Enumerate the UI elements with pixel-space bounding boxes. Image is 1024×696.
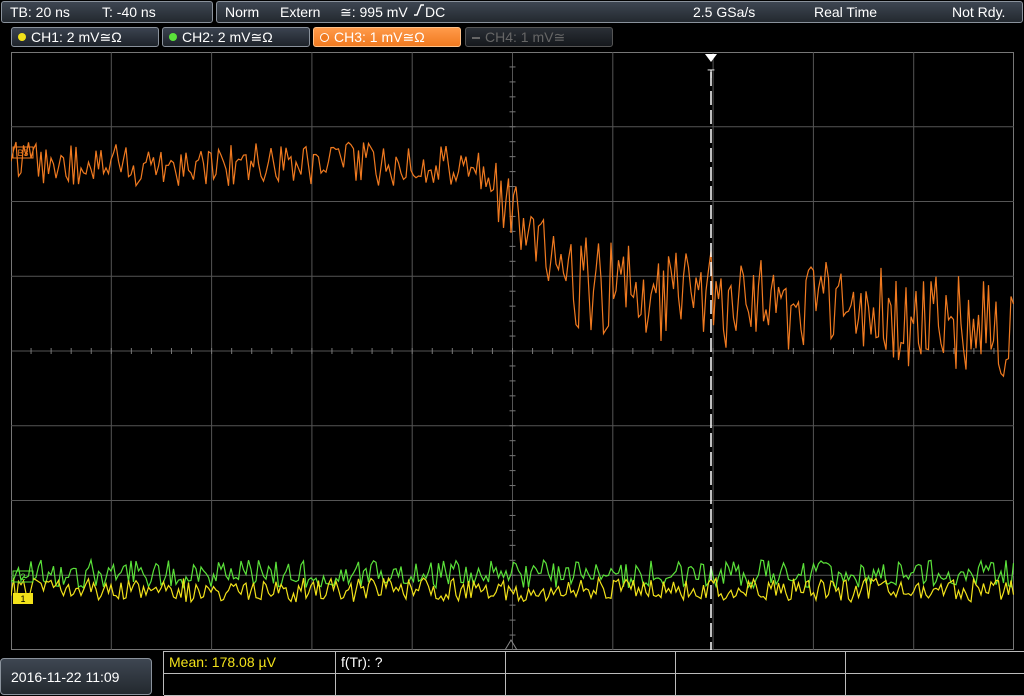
waveform-display[interactable]: T B3 2 1 [11,52,1014,650]
trigger-state-label: Not Rdy. [952,4,1006,20]
channel-2-dot-icon [169,33,177,42]
trigger-arrow-icon [705,54,717,62]
timebase-panel[interactable]: TB: 20 ns T: -40 ns [1,1,213,23]
mean-label: Mean: 178.08 µV [169,654,276,670]
channel-2-label: CH2: 2 mV [182,29,251,45]
trigger-offset-label: T: -40 ns [102,4,156,20]
mean-measurement[interactable]: Mean: 178.08 µV [164,652,336,674]
trigger-level-label: ≅: 995 mV [340,4,408,20]
status-bar: TB: 20 ns T: -40 ns Norm Extern ≅: 995 m… [0,0,1024,25]
channel-3-coupling: ≅Ω [402,29,425,45]
channel-2-coupling: ≅Ω [250,29,273,45]
channel-3-button[interactable]: CH3: 1 mV≅Ω [313,27,461,47]
channel-1-coupling: ≅Ω [99,29,122,45]
trigger-coupling-label: DC [425,4,446,20]
ftr-measurement[interactable]: f(Tr): ? [336,652,506,674]
trigger-marker-label: T [707,67,715,81]
trigger-panel[interactable]: Norm Extern ≅: 995 mV DC 2.5 GSa/s Real … [216,1,1023,23]
ch2-marker-label: 2 [20,572,25,582]
ftr-label: f(Tr): ? [341,654,383,670]
channel-2-button[interactable]: CH2: 2 mV≅Ω [162,27,310,47]
measurement-panel[interactable]: Mean: 178.08 µV f(Tr): ? [163,651,1024,696]
rising-edge-icon [413,2,425,22]
measurement-slot-7[interactable] [336,674,506,696]
datetime-label: 2016-11-22 11:09 [11,669,120,685]
channel-1-dot-icon [18,33,26,42]
channel-1-button[interactable]: CH1: 2 mV≅Ω [11,27,159,47]
measurement-slot-4[interactable] [676,652,846,674]
run-mode-label: Real Time [814,4,878,20]
measurement-slot-8[interactable] [506,674,676,696]
acq-mode-label: Norm [225,4,260,20]
channel-4-coupling: ≅ [553,29,566,45]
ch3-marker-label: B3 [17,148,28,158]
measurement-slot-3[interactable] [506,652,676,674]
trigger-marker[interactable]: T [705,54,717,81]
measurement-slot-6[interactable] [164,674,336,696]
channel-3-dot-icon [320,32,329,42]
channel-3-label: CH3: 1 mV [334,29,403,45]
channel-4-button[interactable]: CH4: 1 mV≅ [465,27,613,47]
timebase-label: TB: 20 ns [10,4,70,20]
measurement-slot-10[interactable] [846,674,1024,696]
sample-rate-label: 2.5 GSa/s [693,4,756,20]
waveform-svg: T B3 2 1 [11,52,1014,650]
time-ref-arrow-icon [504,639,518,650]
trigger-source-label: Extern [280,4,321,20]
datetime-display: 2016-11-22 11:09 [0,658,152,695]
channel-4-off-icon [472,37,480,40]
measurement-slot-9[interactable] [676,674,846,696]
measurement-slot-5[interactable] [846,652,1024,674]
channel-4-label: CH4: 1 mV [485,29,554,45]
channel-1-label: CH1: 2 mV [31,29,100,45]
ch1-marker-label: 1 [20,594,25,604]
grid [11,52,1014,650]
ch1-ground-marker[interactable]: 1 [13,593,33,604]
